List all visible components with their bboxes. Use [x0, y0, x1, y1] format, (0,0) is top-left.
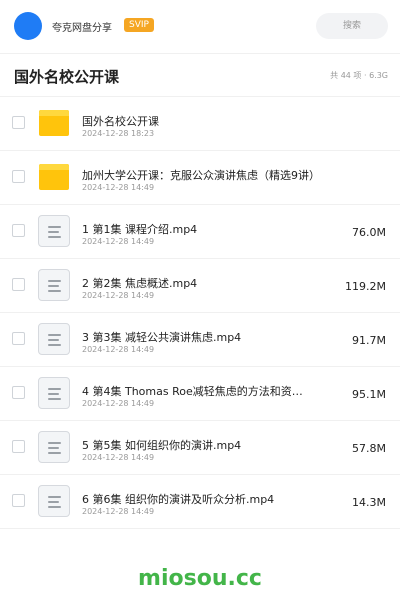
- list-item[interactable]: 6 第6集 组织你的演讲及听众分析.mp4 2024-12-28 14:49 1…: [0, 475, 400, 529]
- folder-icon: [39, 164, 69, 190]
- svip-badge: SVIP: [124, 18, 154, 32]
- top-bar: 夸克网盘分享 SVIP 搜索: [0, 0, 400, 52]
- file-name: 6 第6集 组织你的演讲及听众分析.mp4: [82, 493, 275, 506]
- select-checkbox[interactable]: [12, 224, 25, 237]
- file-icon: [38, 323, 70, 355]
- list-item[interactable]: 1 第1集 课程介绍.mp4 2024-12-28 14:49 76.0M: [0, 205, 400, 259]
- file-date: 2024-12-28 14:49: [82, 345, 155, 354]
- select-checkbox[interactable]: [12, 170, 25, 183]
- file-size: 91.7M: [352, 334, 386, 347]
- file-date: 2024-12-28 14:49: [82, 453, 155, 462]
- select-checkbox[interactable]: [12, 386, 25, 399]
- select-checkbox[interactable]: [12, 278, 25, 291]
- file-date: 2024-12-28 18:23: [82, 129, 155, 138]
- file-size: 57.8M: [352, 442, 386, 455]
- file-size: 14.3M: [352, 496, 386, 509]
- file-icon: [38, 269, 70, 301]
- list-item[interactable]: 加州大学公开课：克服公众演讲焦虑（精选9讲） 2024-12-28 14:49: [0, 151, 400, 205]
- file-icon: [38, 377, 70, 409]
- file-name: 加州大学公开课：克服公众演讲焦虑（精选9讲）: [82, 169, 320, 182]
- file-size: 119.2M: [345, 280, 386, 293]
- folder-header: 国外名校公开课 共 44 项 · 6.3G: [0, 53, 400, 97]
- file-name: 国外名校公开课: [82, 115, 159, 128]
- select-checkbox[interactable]: [12, 332, 25, 345]
- file-name: 2 第2集 焦虑概述.mp4: [82, 277, 198, 290]
- file-size: 95.1M: [352, 388, 386, 401]
- page-title: 国外名校公开课: [14, 68, 120, 86]
- file-date: 2024-12-28 14:49: [82, 237, 155, 246]
- file-list: 国外名校公开课 2024-12-28 18:23 加州大学公开课：克服公众演讲焦…: [0, 97, 400, 529]
- file-name: 1 第1集 课程介绍.mp4: [82, 223, 198, 236]
- file-name: 3 第3集 减轻公共演讲焦虑.mp4: [82, 331, 242, 344]
- file-icon: [38, 485, 70, 517]
- item-summary: 共 44 项 · 6.3G: [330, 71, 388, 80]
- file-icon: [38, 215, 70, 247]
- list-item[interactable]: 国外名校公开课 2024-12-28 18:23: [0, 97, 400, 151]
- select-checkbox[interactable]: [12, 440, 25, 453]
- select-checkbox[interactable]: [12, 116, 25, 129]
- file-date: 2024-12-28 14:49: [82, 183, 155, 192]
- file-date: 2024-12-28 14:49: [82, 399, 155, 408]
- file-date: 2024-12-28 14:49: [82, 507, 155, 516]
- list-item[interactable]: 2 第2集 焦虑概述.mp4 2024-12-28 14:49 119.2M: [0, 259, 400, 313]
- list-item[interactable]: 4 第4集 Thomas Roe减轻焦虑的方法和资… 2024-12-28 14…: [0, 367, 400, 421]
- folder-icon: [39, 110, 69, 136]
- file-name: 4 第4集 Thomas Roe减轻焦虑的方法和资…: [82, 385, 303, 398]
- avatar[interactable]: [14, 12, 42, 40]
- list-item[interactable]: 5 第5集 如何组织你的演讲.mp4 2024-12-28 14:49 57.8…: [0, 421, 400, 475]
- file-name: 5 第5集 如何组织你的演讲.mp4: [82, 439, 242, 452]
- file-size: 76.0M: [352, 226, 386, 239]
- file-date: 2024-12-28 14:49: [82, 291, 155, 300]
- list-item[interactable]: 3 第3集 减轻公共演讲焦虑.mp4 2024-12-28 14:49 91.7…: [0, 313, 400, 367]
- select-checkbox[interactable]: [12, 494, 25, 507]
- search-button[interactable]: 搜索: [316, 13, 388, 39]
- watermark: miosou.cc: [138, 566, 262, 591]
- share-owner-label: 夸克网盘分享: [52, 23, 112, 34]
- file-icon: [38, 431, 70, 463]
